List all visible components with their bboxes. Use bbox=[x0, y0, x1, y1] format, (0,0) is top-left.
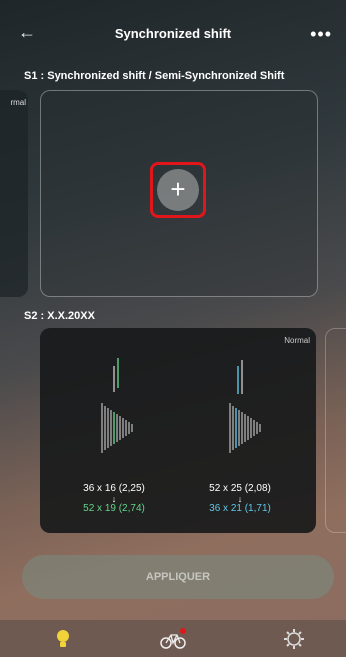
section-s2-label: S2 : X.X.20XX bbox=[24, 310, 95, 322]
bottom-tab-bar bbox=[0, 620, 346, 657]
left-gear-to: 52 x 19 (2,74) bbox=[83, 503, 145, 514]
gear-icon[interactable] bbox=[279, 626, 309, 652]
apply-button[interactable]: APPLIQUER bbox=[22, 555, 334, 599]
left-gear-change: 36 x 16 (2,25) ↓ 52 x 19 (2,74) bbox=[54, 483, 174, 515]
previous-card-label: rmal bbox=[10, 98, 26, 107]
add-highlight: + bbox=[150, 162, 206, 218]
shift-diagram bbox=[101, 358, 261, 453]
add-button[interactable]: + bbox=[157, 169, 199, 211]
right-gear-to: 36 x 21 (1,71) bbox=[209, 503, 271, 514]
bike-icon[interactable] bbox=[158, 626, 188, 652]
next-setting-card[interactable] bbox=[325, 328, 346, 533]
s2-shift-card[interactable]: Normal 36 x 16 (2,25) ↓ 52 x 19 (2,74) 5… bbox=[40, 328, 316, 533]
top-bar: ← Synchronized shift ••• bbox=[0, 0, 346, 66]
page-title: Synchronized shift bbox=[114, 26, 232, 41]
previous-setting-card[interactable]: rmal bbox=[0, 90, 28, 297]
more-dots-icon[interactable]: ••• bbox=[310, 24, 332, 45]
left-gear-arrow: ↓ bbox=[111, 494, 117, 504]
section-s1-label: S1 : Synchronized shift / Semi-Synchroni… bbox=[24, 70, 285, 82]
bulb-icon[interactable] bbox=[48, 626, 78, 652]
right-gear-change: 52 x 25 (2,08) ↓ 36 x 21 (1,71) bbox=[180, 483, 300, 515]
right-gear-arrow: ↓ bbox=[237, 494, 243, 504]
